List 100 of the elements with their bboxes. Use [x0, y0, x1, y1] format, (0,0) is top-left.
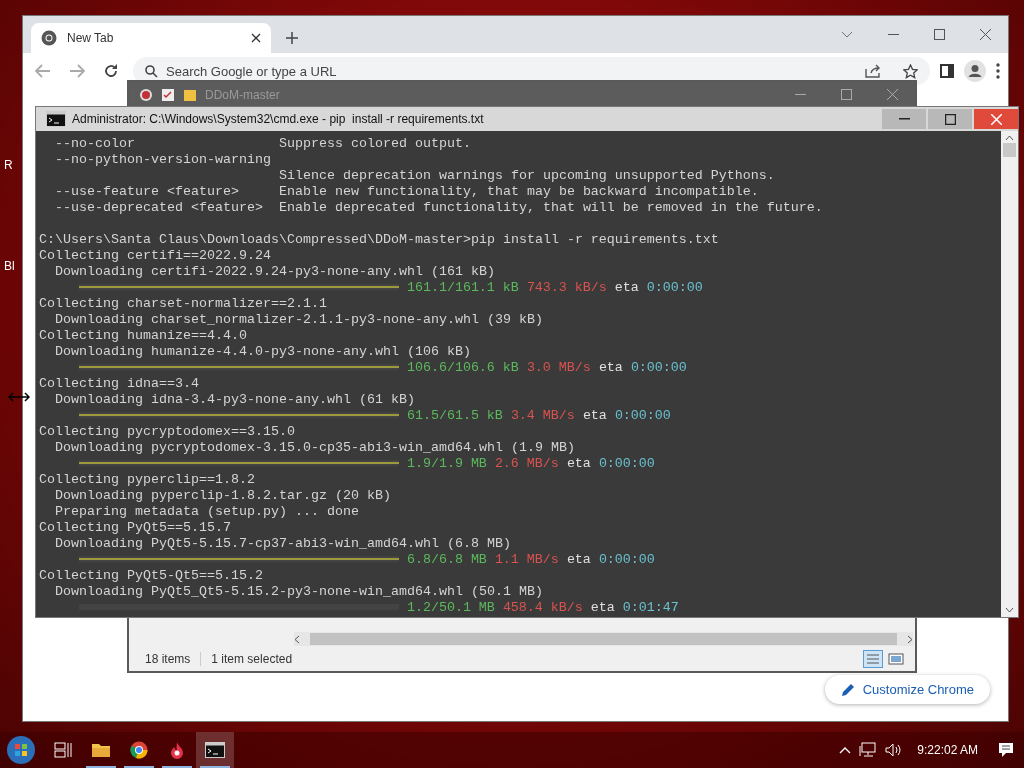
desktop-icon-label[interactable]: Bl [4, 259, 15, 273]
eta-time: 0:00:00 [614, 408, 671, 423]
maximize-icon[interactable] [840, 89, 852, 100]
window-title: Administrator: C:\Windows\System32\cmd.exe - pip install -r requirements.txt [72, 112, 484, 126]
folder-icon[interactable] [183, 87, 197, 102]
console-line: Downloading certifi-2022.9.24-py3-none-any.whl (161 kB) [54, 264, 496, 280]
minimize-icon[interactable] [887, 33, 899, 36]
clock[interactable]: 9:22:02 AM [917, 743, 978, 757]
maximize-button[interactable] [928, 109, 972, 129]
network-icon[interactable] [859, 742, 878, 758]
eta-label: eta [614, 280, 639, 295]
console-line: Downloading PyQt5-5.15.7-cp37-abi3-win_amd64.whl (6.8 MB) [54, 536, 512, 552]
search-icon [145, 64, 158, 78]
flame-icon [169, 741, 185, 759]
console-line: Collecting PyQt5==5.15.7 [39, 520, 232, 536]
eta-time: 0:00:00 [598, 552, 655, 567]
profile-icon[interactable] [964, 60, 986, 82]
share-icon[interactable] [865, 64, 881, 78]
download-amount: 6.8/6.8 MB [406, 552, 487, 567]
chevron-down-icon[interactable] [841, 30, 853, 39]
console-line: C:\Users\Santa Claus\Downloads\Compressed\DDoM-master>pip install -r requirements.txt [39, 232, 720, 248]
console-line: Collecting pyperclip==1.8.2 [39, 472, 256, 488]
taskbar-app-button[interactable] [196, 732, 234, 768]
resize-cursor-icon [8, 391, 30, 403]
eta-label: eta [598, 360, 623, 375]
minimize-icon [898, 118, 910, 120]
browser-tab[interactable]: New Tab [31, 23, 271, 53]
console-line: Collecting PyQt5-Qt5==5.15.2 [39, 568, 264, 584]
console-line: --no-color Suppress colored output. [54, 136, 472, 152]
close-icon[interactable] [979, 29, 991, 40]
star-icon[interactable] [903, 63, 918, 79]
download-speed: 2.6 MB/s [494, 456, 559, 471]
download-amount: 1.9/1.9 MB [406, 456, 487, 471]
console-icon [46, 111, 66, 127]
console-line: --use-deprecated <feature> Enable deprecated functionality, that will be removed in the future. [54, 200, 824, 216]
maximize-icon [944, 113, 956, 125]
console-icon [205, 742, 225, 758]
console-line: Downloading idna-3.4-py3-none-any.whl (61 kB) [54, 392, 416, 408]
scrollbar-thumb[interactable] [1003, 143, 1016, 157]
desktop-icon-label[interactable]: R [4, 158, 13, 172]
record-icon[interactable] [139, 87, 153, 102]
download-speed: 743.3 kB/s [526, 280, 607, 295]
minimize-icon[interactable] [794, 93, 806, 96]
task-view-icon[interactable] [54, 742, 72, 758]
eta-time: 0:00:00 [598, 456, 655, 471]
folder-icon [91, 742, 111, 758]
eta-time: 0:00:00 [646, 280, 703, 295]
download-speed: 3.0 MB/s [526, 360, 591, 375]
window-title: DDoM-master [205, 87, 280, 102]
eta-label: eta [566, 456, 591, 471]
console-line: Downloading pyperclip-1.8.2.tar.gz (20 kB) [54, 488, 392, 504]
eta-time: 0:00:00 [630, 360, 687, 375]
new-tab-icon[interactable] [285, 31, 299, 45]
download-amount: 161.1/161.1 kB [406, 280, 519, 295]
console-line: Collecting charset-normalizer==2.1.1 [39, 296, 328, 312]
console-line: --use-feature <feature> Enable new functionality, that may be backward incompatible. [54, 184, 760, 200]
speaker-icon[interactable] [885, 742, 904, 758]
eta-label: eta [590, 600, 615, 615]
side-panel-icon[interactable] [940, 64, 954, 78]
download-speed: 1.1 MB/s [494, 552, 559, 567]
pencil-icon [840, 682, 855, 697]
menu-icon[interactable] [996, 63, 1000, 79]
console-line: Downloading pycryptodomex-3.15.0-cp35-abi3-win_amd64.whl (1.9 MB) [54, 440, 576, 456]
download-speed: 458.4 kB/s [502, 600, 583, 615]
customize-chrome-button[interactable]: Customize Chrome [824, 675, 990, 704]
download-speed: 3.4 MB/s [510, 408, 575, 423]
maximize-icon[interactable] [933, 29, 945, 40]
close-icon[interactable] [251, 33, 261, 43]
vertical-scrollbar[interactable] [1001, 131, 1018, 617]
console-line: Downloading charset_normalizer-2.1.1-py3-none-any.whl (39 kB) [54, 312, 544, 328]
console-line: Downloading PyQt5_Qt5-5.15.2-py3-none-win_amd64.whl (50.1 MB) [54, 584, 544, 600]
notification-icon[interactable] [998, 742, 1014, 758]
scroll-right-icon[interactable] [907, 634, 913, 644]
scrollbar-thumb[interactable] [310, 633, 897, 645]
item-count: 18 items [145, 652, 191, 666]
selection-count: 1 item selected [211, 652, 293, 666]
console-line: Silence deprecation warnings for upcoming unsupported Pythons. [277, 168, 776, 184]
eta-label: eta [566, 552, 591, 567]
thumbnail-view-icon[interactable] [887, 650, 905, 668]
scroll-down-icon[interactable] [1005, 607, 1014, 613]
console-line: Collecting certifi==2022.9.24 [39, 248, 272, 264]
download-amount: 106.6/106.6 kB [406, 360, 519, 375]
console-line: Collecting pycryptodomex==3.15.0 [39, 424, 296, 440]
console-line: Preparing metadata (setup.py) ... done [54, 504, 360, 520]
scroll-up-icon[interactable] [1005, 135, 1014, 141]
download-amount: 1.2/50.1 MB [406, 600, 495, 615]
chevron-up-icon[interactable] [839, 746, 852, 754]
start-orb-icon[interactable] [6, 735, 36, 765]
scroll-left-icon[interactable] [294, 634, 300, 644]
download-amount: 61.5/61.5 kB [406, 408, 503, 423]
console-line: Collecting idna==3.4 [39, 376, 200, 392]
properties-icon[interactable] [161, 87, 175, 102]
chrome-icon [130, 741, 148, 759]
console-line: Downloading humanize-4.4.0-py3-none-any.whl (106 kB) [54, 344, 472, 360]
eta-label: eta [582, 408, 607, 423]
console-line: Collecting humanize==4.4.0 [39, 328, 248, 344]
close-button[interactable] [974, 109, 1018, 129]
reload-icon[interactable] [103, 63, 119, 79]
horizontal-scrollbar[interactable] [294, 632, 913, 646]
console-line: --no-python-version-warning [54, 152, 272, 168]
